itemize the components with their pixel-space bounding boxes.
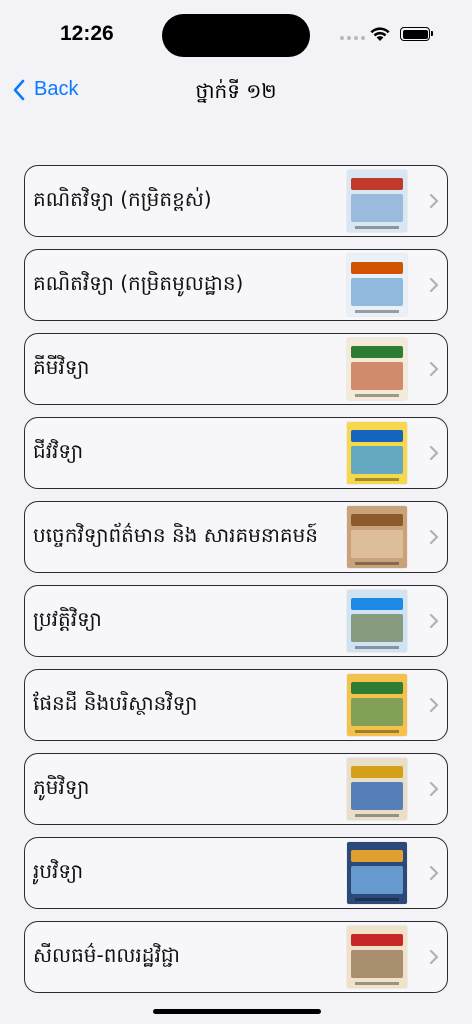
status-bar: 12:26 xyxy=(0,0,472,70)
navigation-bar: Back ថ្នាក់ទី ១២ xyxy=(0,70,472,114)
book-cover-thumbnail xyxy=(347,926,407,988)
list-item-label: សីលធម៌-ពលរដ្ឋវិជ្ជា xyxy=(33,943,180,967)
list-item[interactable]: សីលធម៌-ពលរដ្ឋវិជ្ជា xyxy=(24,921,448,993)
list-item[interactable]: ភូមិវិទ្យា xyxy=(24,753,448,825)
subject-list: គណិតវិទ្យា (កម្រិតខ្ពស់) គណិតវិទ្យា (កម្រ… xyxy=(24,165,448,1005)
cellular-signal-icon xyxy=(340,36,365,40)
chevron-right-icon xyxy=(429,613,439,629)
chevron-right-icon xyxy=(429,529,439,545)
list-item-label: គីមីវិទ្យា xyxy=(33,355,90,379)
list-item[interactable]: ជីវវិទ្យា xyxy=(24,417,448,489)
page-title: ថ្នាក់ទី ១២ xyxy=(195,79,277,103)
list-item-label: គណិតវិទ្យា (កម្រិតខ្ពស់) xyxy=(33,187,212,211)
list-item[interactable]: ផែនដី និងបរិស្ថានវិទ្យា xyxy=(24,669,448,741)
chevron-right-icon xyxy=(429,361,439,377)
book-cover-thumbnail xyxy=(347,842,407,904)
book-cover-thumbnail xyxy=(347,254,407,316)
book-cover-thumbnail xyxy=(347,590,407,652)
list-item-label: ប្រវត្តិវិទ្យា xyxy=(33,607,102,631)
chevron-right-icon xyxy=(429,697,439,713)
list-item-label: ផែនដី និងបរិស្ថានវិទ្យា xyxy=(33,691,198,715)
chevron-right-icon xyxy=(429,781,439,797)
battery-icon xyxy=(400,27,433,41)
list-item[interactable]: រូបវិទ្យា xyxy=(24,837,448,909)
list-item-label: រូបវិទ្យា xyxy=(33,859,84,883)
book-cover-thumbnail xyxy=(347,758,407,820)
list-item-label: បច្ចេកវិទ្យាព័ត៌មាន និង សារគមនាគមន៍ xyxy=(33,523,318,547)
book-cover-thumbnail xyxy=(347,422,407,484)
list-item[interactable]: គណិតវិទ្យា (កម្រិតមូលដ្ឋាន) xyxy=(24,249,448,321)
dynamic-island xyxy=(162,14,310,57)
wifi-icon xyxy=(370,27,390,41)
list-item[interactable]: បច្ចេកវិទ្យាព័ត៌មាន និង សារគមនាគមន៍ xyxy=(24,501,448,573)
list-item-label: គណិតវិទ្យា (កម្រិតមូលដ្ឋាន) xyxy=(33,271,244,295)
list-item-label: ភូមិវិទ្យា xyxy=(33,775,90,799)
chevron-right-icon xyxy=(429,949,439,965)
list-item[interactable]: គីមីវិទ្យា xyxy=(24,333,448,405)
book-cover-thumbnail xyxy=(347,170,407,232)
list-item-label: ជីវវិទ្យា xyxy=(33,439,84,463)
book-cover-thumbnail xyxy=(347,338,407,400)
home-indicator xyxy=(153,1009,321,1014)
book-cover-thumbnail xyxy=(347,506,407,568)
book-cover-thumbnail xyxy=(347,674,407,736)
chevron-right-icon xyxy=(429,445,439,461)
chevron-right-icon xyxy=(429,277,439,293)
list-item[interactable]: គណិតវិទ្យា (កម្រិតខ្ពស់) xyxy=(24,165,448,237)
chevron-right-icon xyxy=(429,193,439,209)
status-time: 12:26 xyxy=(60,22,114,45)
chevron-right-icon xyxy=(429,865,439,881)
list-item[interactable]: ប្រវត្តិវិទ្យា xyxy=(24,585,448,657)
